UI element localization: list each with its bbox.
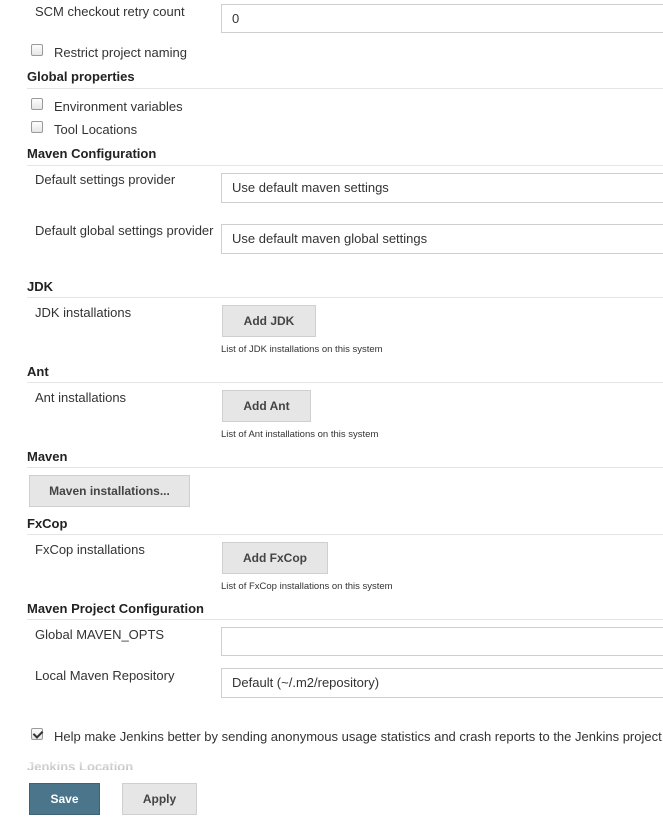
fxcop-divider	[27, 534, 663, 535]
fxcop-hint: List of FxCop installations on this syst…	[221, 581, 393, 592]
env-vars-checkbox[interactable]	[31, 98, 43, 110]
fxcop-heading: FxCop	[27, 516, 68, 531]
maven-project-config-heading: Maven Project Configuration	[27, 601, 204, 616]
local-repo-select[interactable]: Default (~/.m2/repository)	[221, 668, 663, 698]
env-vars-label: Environment variables	[54, 99, 183, 114]
settings-provider-select[interactable]: Use default maven settings	[221, 173, 663, 203]
ant-hint: List of Ant installations on this system	[221, 429, 379, 440]
global-properties-heading: Global properties	[27, 69, 135, 84]
scm-retry-label: SCM checkout retry count	[35, 4, 185, 19]
save-button[interactable]: Save	[29, 783, 100, 815]
maven-config-divider	[27, 165, 663, 166]
restrict-naming-checkbox[interactable]	[31, 44, 43, 56]
scm-retry-input[interactable]: 0	[221, 4, 663, 33]
global-settings-provider-label: Default global settings provider	[35, 223, 214, 238]
maven-installations-button[interactable]: Maven installations...	[29, 475, 190, 507]
tool-locations-label: Tool Locations	[54, 122, 138, 137]
tool-locations-checkbox[interactable]	[31, 121, 43, 133]
restrict-naming-label: Restrict project naming	[54, 45, 187, 60]
maven-opts-input[interactable]	[221, 627, 663, 656]
jdk-heading: JDK	[27, 279, 54, 294]
add-fxcop-button[interactable]: Add FxCop	[222, 542, 328, 574]
maven-project-config-divider	[27, 619, 663, 620]
ant-divider	[27, 382, 663, 383]
jenkins-location-heading-faded: Jenkins Location	[27, 756, 427, 770]
global-properties-divider	[27, 88, 663, 89]
usage-stats-label: Help make Jenkins better by sending anon…	[54, 729, 663, 744]
maven-opts-label: Global MAVEN_OPTS	[35, 627, 165, 642]
apply-button[interactable]: Apply	[122, 783, 197, 815]
ant-installations-label: Ant installations	[35, 390, 127, 405]
maven-heading: Maven	[27, 449, 68, 464]
jdk-hint: List of JDK installations on this system	[221, 344, 383, 355]
jdk-divider	[27, 297, 663, 298]
maven-config-heading: Maven Configuration	[27, 146, 157, 161]
fxcop-installations-label: FxCop installations	[35, 542, 145, 557]
add-jdk-button[interactable]: Add JDK	[222, 305, 316, 337]
add-ant-button[interactable]: Add Ant	[222, 390, 311, 422]
local-repo-label: Local Maven Repository	[35, 668, 175, 683]
global-settings-provider-select[interactable]: Use default maven global settings	[221, 224, 663, 254]
jenkins-location-heading: Jenkins Location	[27, 759, 134, 770]
settings-provider-label: Default settings provider	[35, 172, 176, 187]
jdk-installations-label: JDK installations	[35, 305, 132, 320]
maven-divider	[27, 467, 663, 468]
ant-heading: Ant	[27, 364, 49, 379]
usage-stats-checkbox[interactable]	[31, 728, 43, 740]
